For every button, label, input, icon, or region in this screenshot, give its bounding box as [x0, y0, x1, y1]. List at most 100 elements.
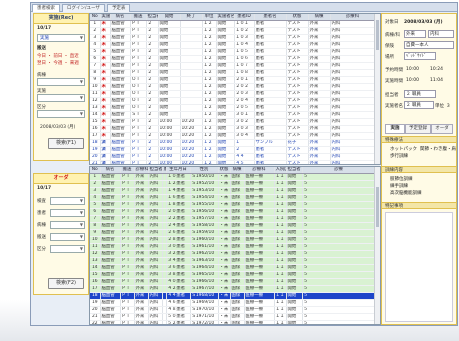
search-f1-button[interactable]: 検索(F1): [48, 138, 84, 149]
table-row[interactable]: 18 脳血管 ＰＴ 外来 内科 ４４患者 Ｓ1968/10 ・未 国保 医療一療 １１ 開始 ５: [90, 292, 376, 300]
state-select[interactable]: ▼: [37, 94, 85, 102]
scrollbar-thumb[interactable]: [376, 187, 379, 227]
table-row[interactable]: 10 未脳血管 ＯＴ ２ 開始 １２ 開始 ２０２ 患者 テスト 外来 内科: [90, 83, 376, 91]
tab-schedule[interactable]: 予定表: [106, 4, 131, 12]
column-header[interactable]: 状態: [218, 167, 231, 174]
table-row[interactable]: 5 脳血管 ＰＴ 外来 内科 １８患者 Ｓ1955/10 ・未 国保 医療一療 １１ 開始 ５: [90, 201, 376, 209]
table-row[interactable]: 8 脳血管 ＰＴ 外来 内科 ２４患者 Ｓ1958/10 ・未 国保 医療一療 １１ 開始 ５: [90, 222, 376, 230]
column-header[interactable]: 入院区分: [274, 167, 287, 174]
quick-range-row-1[interactable]: 今日 ・ 前日 ・ 直近: [37, 53, 79, 59]
order-patient-select[interactable]: ▼: [50, 209, 85, 217]
search-f2-button[interactable]: 検索(F2): [48, 278, 84, 289]
table-row[interactable]: 20 脳血管 ＰＴ 外来 内科 ４８患者 Ｓ1970/10 ・未 国保 医療一療 １１ 開始 ５: [90, 306, 376, 314]
unit-value[interactable]: ３: [446, 103, 451, 109]
table-row[interactable]: 14 未脳血管 ＳＴ ２ 開始 １２ 開始 ３０１ 患者 テスト 外来 内科: [90, 111, 376, 119]
table-row[interactable]: 2 脳血管 ＰＴ 外来 内科 １２患者 Ｓ1952/10 ・未 国保 医療一療 １１ 開始 ５: [90, 180, 376, 188]
special-item-right-1[interactable]: 関節・わき腹・肩: [420, 146, 456, 152]
order-exam-select[interactable]: ▼: [50, 197, 85, 205]
table-row[interactable]: 19 脳血管 ＰＴ 外来 内科 ４６患者 Ｓ1969/10 ・未 国保 医療一療 １１ 開始 ５: [90, 299, 376, 307]
table-row[interactable]: 18 済脳血管 ＰＴ ２ 10:00 10:20 １２ 開始 １ サンプル 花子 外来 内科: [90, 139, 376, 147]
table-row[interactable]: 14 脳血管 ＰＴ 外来 内科 ３６患者 Ｓ1964/10 ・未 国保 医療一療 １１ 開始 ５: [90, 264, 376, 272]
table-cell: 19: [90, 299, 101, 307]
execution-date-field[interactable]: 2008/03/03 (月): [40, 124, 75, 130]
column-header[interactable]: 担当者: [286, 167, 303, 174]
special-item-1[interactable]: ホットパック: [390, 146, 417, 152]
table-row[interactable]: 6 脳血管 ＰＴ 外来 内科 ２０患者 Ｓ1956/10 ・未 国保 医療一療 １１ 開始 ５: [90, 208, 376, 216]
notes-textarea[interactable]: [385, 212, 453, 322]
table-row[interactable]: 6 未脳血管 ＰＴ ２ 開始 １２ 開始 １０６ 患者 テスト 外来 内科: [90, 55, 376, 63]
quick-range-row-2[interactable]: 翌日 ・ 今週 ・ 来週: [37, 60, 79, 66]
training-item-1[interactable]: 肢節位訓練: [390, 176, 413, 182]
table-row[interactable]: 5 未脳血管 ＰＴ ２ 開始 １２ 開始 １０５ 患者 テスト 外来 内科: [90, 48, 376, 56]
table-row[interactable]: 17 未脳血管 ＰＴ ２ 10:00 10:20 １２ 開始 ３０４ 患者 テスト 外来 内科: [90, 132, 376, 140]
table-row[interactable]: 19 済脳血管 ＰＴ ２ 10:00 10:20 １２ 開始 ２ 患者 テスト 外来 内科: [90, 146, 376, 154]
insurance-select[interactable]: 自費一本人: [404, 41, 454, 49]
order-transport-select[interactable]: ▼: [50, 233, 85, 241]
column-header[interactable]: 実施: [100, 14, 111, 21]
subtab-order[interactable]: オーダ: [431, 124, 453, 134]
table-row[interactable]: 7 未脳血管 ＰＴ ２ 開始 １２ 開始 １０７ 患者 テスト 外来 内科: [90, 62, 376, 70]
scrollbar-thumb[interactable]: [376, 20, 379, 50]
training-item-2[interactable]: 練手訓練: [390, 183, 408, 189]
dept-select-1[interactable]: 外来: [404, 30, 426, 38]
table-row[interactable]: 3 未脳血管 ＰＴ ２ 開始 １２ 開始 １０３ 患者 テスト 外来 内科: [90, 34, 376, 42]
order-division-select[interactable]: ▼: [50, 245, 85, 253]
column-header[interactable]: 実施者名: [216, 14, 235, 21]
division-select[interactable]: ▼: [37, 110, 85, 118]
table-row[interactable]: 15 未脳血管 ＰＴ ２ 10:00 10:20 １２ 開始 ３０２ 患者 テスト 外来 内科: [90, 118, 376, 126]
order-table-scrollbar[interactable]: [374, 167, 380, 324]
place-select[interactable]: ﾍﾞｯﾄﾞｻｲﾄﾞ: [404, 52, 436, 60]
column-header[interactable]: 診療科: [134, 167, 149, 174]
table-cell: 患者: [254, 90, 287, 98]
table-row[interactable]: 10 脳血管 ＰＴ 外来 内科 ２８患者 Ｓ1960/10 ・未 国保 医療一療 １１ 開始 ５: [90, 236, 376, 244]
actual-time-from[interactable]: 10:00: [406, 78, 419, 83]
table-row[interactable]: 16 未脳血管 ＰＴ ２ 10:00 10:20 １２ 開始 ３０３ 患者 テスト 外来 内科: [90, 125, 376, 133]
table-row[interactable]: 4 脳血管 ＰＴ 外来 内科 １６患者 Ｓ1954/10 ・未 国保 医療一療 １１ 開始 ５: [90, 194, 376, 202]
table-row[interactable]: 1 未脳血管 ＰＴ ２ 開始 １２ 開始 １０１ 患者 テスト 外来 内科: [90, 20, 376, 28]
table-row[interactable]: 2 未脳血管 ＰＴ ２ 開始 １２ 開始 １０２ 患者 テスト 外来 内科: [90, 27, 376, 35]
planned-time-to[interactable]: 10:24: [430, 67, 443, 72]
column-header[interactable]: 担当者ID: [148, 167, 163, 174]
ward-select[interactable]: ▼: [37, 78, 85, 86]
table-row[interactable]: 17 脳血管 ＰＴ 外来 内科 ４２患者 Ｓ1967/10 ・未 国保 医療一療 １１ 開始 ５: [90, 285, 376, 293]
table-row[interactable]: 8 未脳血管 ＰＴ ２ 開始 １２ 開始 １０８ 患者 テスト 外来 内科: [90, 69, 376, 77]
table-row[interactable]: 13 未脳血管 ＯＴ ２ 開始 １２ 開始 ２０５ 患者 テスト 外来 内科: [90, 104, 376, 112]
dept-select-2[interactable]: 内科: [428, 30, 454, 38]
table-row[interactable]: 16 脳血管 ＰＴ 外来 内科 ４０患者 Ｓ1966/10 ・未 国保 医療一療 １１ 開始 ５: [90, 278, 376, 286]
target-date-value[interactable]: 2008/03/03 (月): [404, 19, 443, 25]
table-row[interactable]: 13 脳血管 ＰＴ 外来 内科 ３４患者 Ｓ1963/10 ・未 国保 医療一療 １１ 開始 ５: [90, 257, 376, 265]
table-row[interactable]: 1 脳血管 ＰＴ 外来 内科 １０患者 Ｓ1950/10 ・未 国保 医療一療 １１ 開始 ５: [90, 173, 376, 181]
execution-table-scrollbar[interactable]: [374, 14, 380, 164]
table-row[interactable]: 12 未脳血管 ＯＴ ２ 開始 １２ 開始 ２０４ 患者 テスト 外来 内科: [90, 97, 376, 105]
tab-patient-search[interactable]: 患者検索: [32, 4, 60, 12]
table-row[interactable]: 12 脳血管 ＰＴ 外来 内科 ３２患者 Ｓ1962/10 ・未 国保 医療一療 １１ 開始 ５: [90, 250, 376, 258]
table-row[interactable]: 4 未脳血管 ＰＴ ２ 開始 １２ 開始 １０４ 患者 テスト 外来 内科: [90, 41, 376, 49]
training-item-3[interactable]: 高次脳機能訓練: [390, 190, 422, 196]
subtab-execution[interactable]: 実施: [385, 124, 405, 134]
table-cell: 開始: [158, 20, 181, 28]
column-header[interactable]: 生年月日: [166, 167, 191, 174]
table-row[interactable]: 11 未脳血管 ＯＴ ２ 開始 １２ 開始 ２０３ 患者 テスト 外来 内科: [90, 90, 376, 98]
order-ward-select[interactable]: ▼: [50, 221, 85, 229]
table-row[interactable]: 9 脳血管 ＰＴ 外来 内科 ２６患者 Ｓ1959/10 ・未 国保 医療一療 １１ 開始 ５: [90, 229, 376, 237]
actual-time-to[interactable]: 11:04: [430, 78, 443, 83]
table-row[interactable]: 7 脳血管 ＰＴ 外来 内科 ２２患者 Ｓ1957/10 ・未 国保 医療一療 １１ 開始 ５: [90, 215, 376, 223]
table-row[interactable]: 21 脳血管 ＰＴ 外来 内科 ５０患者 Ｓ1971/10 ・未 国保 医療一療 １１ 開始 ５: [90, 313, 376, 321]
table-row[interactable]: 3 脳血管 ＰＴ 外来 内科 １４患者 Ｓ1953/10 ・未 国保 医療一療 １１ 開始 ５: [90, 187, 376, 195]
execution-type-select[interactable]: 実施 ▼: [37, 34, 85, 42]
executor-select[interactable]: ２ 職員: [404, 101, 434, 109]
special-item-3[interactable]: 歩行訓練: [390, 153, 408, 159]
table-row[interactable]: 9 未脳血管 ＯＴ ２ 開始 １２ 開始 ２０１ 患者 テスト 外来 内科: [90, 76, 376, 84]
table-row[interactable]: 21 済脳血管 ＰＴ ２ 10:00 10:20 １２ 開始 ４５ 患者 テスト 外来 内科: [90, 160, 376, 164]
table-cell: 内科: [330, 90, 376, 98]
table-row[interactable]: 22 脳血管 ＰＴ 外来 内科 ５２患者 Ｓ1972/10 ・未 国保 医療一療 １１ 開始 ５: [90, 320, 376, 324]
staff-select[interactable]: ２ 職員: [404, 90, 436, 98]
table-row[interactable]: 11 脳血管 ＰＴ 外来 内科 ３０患者 Ｓ1961/10 ・未 国保 医療一療 １１ 開始 ５: [90, 243, 376, 251]
table-row[interactable]: 15 脳血管 ＰＴ 外来 内科 ３８患者 Ｓ1965/10 ・未 国保 医療一療 １１ 開始 ５: [90, 271, 376, 279]
subtab-schedule-register[interactable]: 予定登録: [405, 124, 431, 134]
table-row[interactable]: 20 済脳血管 ＰＴ ２ 10:00 10:20 １２ 開始 ４４ 患者 テスト 外来 内科: [90, 153, 376, 161]
planned-time-from[interactable]: 10:00: [406, 67, 419, 72]
tab-login-user[interactable]: ログイン/ユーザ: [62, 4, 105, 12]
column-header[interactable]: 担当者: [146, 14, 159, 21]
table-cell: 内科: [148, 278, 163, 286]
